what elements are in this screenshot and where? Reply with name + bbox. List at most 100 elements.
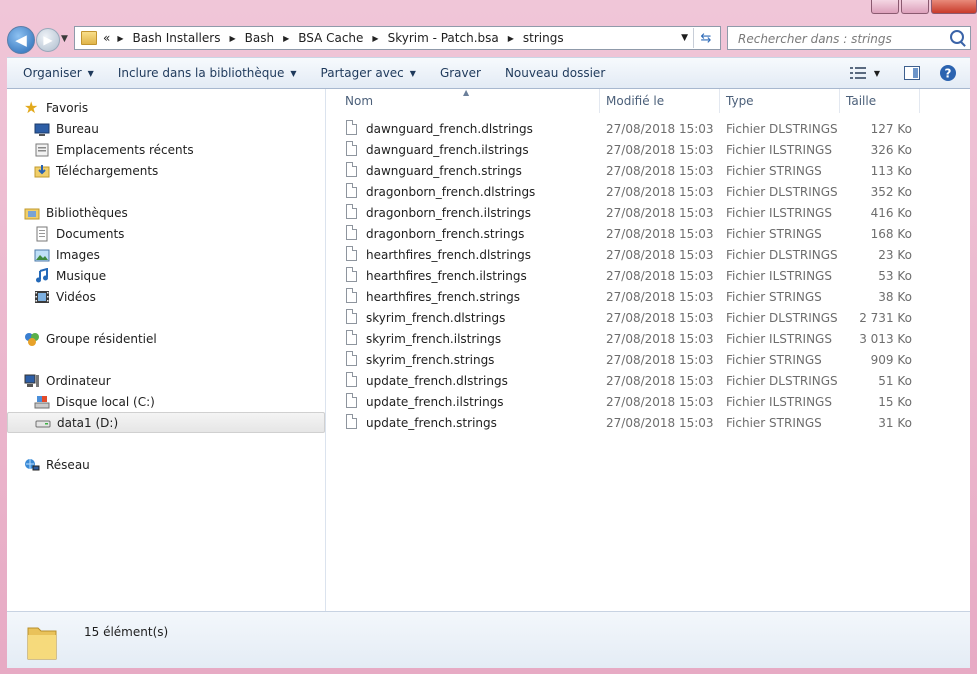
back-button[interactable]: ◀ (7, 26, 35, 54)
file-size: 168 Ko (870, 227, 912, 241)
file-type: Fichier ILSTRINGS (726, 269, 832, 283)
sidebar-item-label: Documents (56, 226, 125, 241)
file-type: Fichier DLSTRINGS (726, 311, 838, 325)
maximize-button[interactable] (901, 0, 929, 14)
file-type: Fichier ILSTRINGS (726, 206, 832, 220)
table-row[interactable]: hearthfires_french.strings 27/08/2018 15:… (343, 287, 923, 308)
breadcrumb-bsa-cache[interactable]: BSA Cache (298, 31, 363, 45)
sidebar-item-bureau[interactable]: Bureau (34, 118, 99, 139)
minimize-button[interactable] (871, 0, 899, 14)
view-options-button[interactable]: ▼ (845, 62, 885, 84)
breadcrumb-strings[interactable]: strings (523, 31, 564, 45)
sidebar-item-reseau[interactable]: Réseau (24, 454, 90, 475)
sidebar-item-label: Disque local (C:) (56, 394, 155, 409)
file-date: 27/08/2018 15:03 (606, 269, 714, 283)
table-row[interactable]: dawnguard_french.dlstrings 27/08/2018 15:… (343, 119, 923, 140)
table-row[interactable]: dawnguard_french.ilstrings 27/08/2018 15:… (343, 140, 923, 161)
table-row[interactable]: skyrim_french.strings 27/08/2018 15:03 Fic… (343, 350, 923, 371)
sidebar-item-images[interactable]: Images (34, 244, 100, 265)
item-count: 15 élément(s) (84, 625, 169, 639)
homegroup-icon (25, 332, 39, 346)
music-icon (36, 267, 48, 282)
table-row[interactable]: dragonborn_french.dlstrings 27/08/2018 15… (343, 182, 923, 203)
file-date: 27/08/2018 15:03 (606, 143, 714, 157)
folder-large-icon (27, 627, 57, 660)
column-header-label: Taille (846, 94, 877, 108)
table-row[interactable]: hearthfires_french.dlstrings 27/08/2018 1… (343, 245, 923, 266)
file-size: 416 Ko (870, 206, 912, 220)
column-header-type[interactable]: Type (719, 89, 840, 113)
chevron-right-icon[interactable]: ▶ (229, 34, 235, 43)
breadcrumb-bash[interactable]: Bash (245, 31, 274, 45)
sidebar-item-documents[interactable]: Documents (34, 223, 124, 244)
table-row[interactable]: dragonborn_french.strings 27/08/2018 15:0… (343, 224, 923, 245)
folder-icon (81, 31, 97, 45)
table-row[interactable]: update_french.dlstrings 27/08/2018 15:03 F… (343, 371, 923, 392)
file-date: 27/08/2018 15:03 (606, 353, 714, 367)
sidebar-item-recents[interactable]: Emplacements récents (34, 139, 194, 160)
sidebar-item-label: Bureau (56, 121, 99, 136)
file-type: Fichier DLSTRINGS (726, 374, 838, 388)
search-icon[interactable] (950, 30, 964, 44)
burn-label: Graver (439, 66, 481, 80)
sidebar-item-groupe-residentiel[interactable]: Groupe résidentiel (24, 328, 157, 349)
caret-down-icon: ▼ (87, 68, 94, 78)
file-size: 352 Ko (870, 185, 912, 199)
close-button[interactable] (931, 0, 977, 14)
table-row[interactable]: update_french.ilstrings 27/08/2018 15:03 F… (343, 392, 923, 413)
refresh-button[interactable]: ⇆ (693, 28, 718, 48)
sidebar-item-bibliotheques[interactable]: Bibliothèques (24, 202, 128, 223)
file-name: skyrim_french.strings (366, 353, 495, 367)
table-row[interactable]: hearthfires_french.ilstrings 27/08/2018 1… (343, 266, 923, 287)
breadcrumb-overflow[interactable]: « (103, 31, 110, 45)
file-icon (346, 288, 357, 303)
file-size: 15 Ko (878, 395, 912, 409)
sidebar-item-telechargements[interactable]: Téléchargements (34, 160, 158, 181)
file-icon (346, 330, 357, 345)
recent-pages-dropdown[interactable]: ▼ (61, 34, 68, 44)
table-row[interactable]: skyrim_french.ilstrings 27/08/2018 15:03 F… (343, 329, 923, 350)
column-header-modifie[interactable]: Modifié le (599, 89, 720, 113)
sidebar-item-ordinateur[interactable]: Ordinateur (24, 370, 111, 391)
arrow-left-icon: ◀ (15, 31, 27, 49)
sidebar-item-videos[interactable]: Vidéos (34, 286, 96, 307)
include-library-label: Inclure dans la bibliothèque (117, 66, 285, 80)
column-header-nom[interactable]: Nom (338, 89, 600, 113)
file-type: Fichier STRINGS (726, 290, 822, 304)
organiser-button[interactable]: Organiser ▼ (15, 61, 102, 85)
search-input[interactable] (736, 28, 950, 50)
sidebar-item-label: Vidéos (56, 289, 96, 304)
sidebar-item-musique[interactable]: Musique (34, 265, 106, 286)
chevron-right-icon[interactable]: ▶ (372, 34, 378, 43)
chevron-right-icon[interactable]: ▶ (283, 34, 289, 43)
file-icon (346, 141, 357, 156)
new-folder-button[interactable]: Nouveau dossier (497, 61, 613, 85)
sidebar-item-disque-c[interactable]: Disque local (C:) (34, 391, 155, 412)
table-row[interactable]: dragonborn_french.ilstrings 27/08/2018 15… (343, 203, 923, 224)
table-row[interactable]: update_french.strings 27/08/2018 15:03 Fic… (343, 413, 923, 434)
chevron-right-icon[interactable]: ▶ (117, 34, 123, 43)
file-name: dragonborn_french.dlstrings (366, 185, 536, 199)
preview-pane-button[interactable] (901, 62, 923, 84)
help-button[interactable]: ? (937, 62, 959, 84)
file-name: update_french.ilstrings (366, 395, 504, 409)
include-library-button[interactable]: Inclure dans la bibliothèque ▼ (110, 61, 305, 85)
burn-button[interactable]: Graver (432, 61, 489, 85)
file-type: Fichier STRINGS (726, 227, 822, 241)
sidebar-item-favoris[interactable]: ★ Favoris (24, 97, 88, 118)
arrow-right-icon: ▶ (43, 33, 53, 47)
table-row[interactable]: skyrim_french.dlstrings 27/08/2018 15:03 F… (343, 308, 923, 329)
address-bar[interactable]: « ▶ Bash Installers ▶ Bash ▶ BSA Cache ▶… (74, 26, 721, 50)
breadcrumb-skyrim-patch[interactable]: Skyrim - Patch.bsa (388, 31, 499, 45)
breadcrumb-bash-installers[interactable]: Bash Installers (133, 31, 221, 45)
address-dropdown-button[interactable]: ▼ (681, 33, 688, 43)
share-with-button[interactable]: Partager avec ▼ (313, 61, 424, 85)
file-size: 326 Ko (870, 143, 912, 157)
column-header-taille[interactable]: Taille (839, 89, 920, 113)
chevron-right-icon[interactable]: ▶ (508, 34, 514, 43)
file-type: Fichier ILSTRINGS (726, 395, 832, 409)
table-row[interactable]: dawnguard_french.strings 27/08/2018 15:03… (343, 161, 923, 182)
forward-button[interactable]: ▶ (36, 28, 60, 52)
sidebar-item-label: Musique (56, 268, 107, 283)
sidebar-item-data1[interactable]: data1 (D:) (7, 412, 325, 433)
